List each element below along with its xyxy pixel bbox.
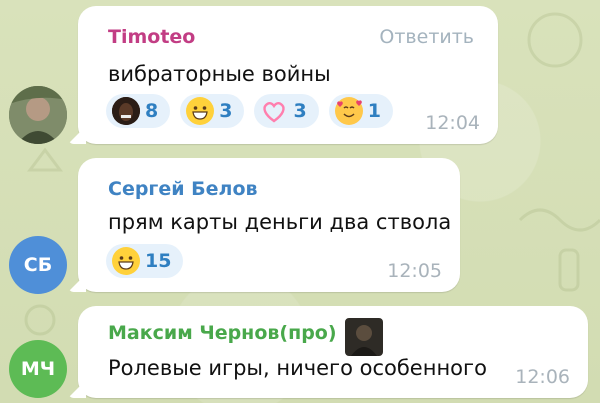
reactions-bar: 15	[106, 244, 184, 278]
reaction-count: 3	[219, 100, 233, 122]
message-text: Ролевые игры, ничего особенного	[108, 356, 487, 380]
avatar-timoteo[interactable]	[9, 86, 67, 144]
message-text: прям карты деньги два ствола	[108, 210, 452, 234]
reply-button[interactable]: Ответить	[379, 26, 474, 48]
avatar-maksim-chernov[interactable]: МЧ	[9, 340, 67, 398]
reaction-heart[interactable]: 3	[254, 94, 319, 128]
message-time: 12:05	[387, 260, 442, 282]
reaction-count: 1	[367, 100, 381, 122]
message-time: 12:06	[515, 366, 570, 388]
heart-emoji-icon	[260, 97, 288, 125]
message-time: 12:04	[425, 112, 480, 134]
message-author[interactable]: Сергей Белов	[108, 178, 258, 200]
message-bubble-timoteo[interactable]: Timoteo Ответить вибраторные войны 8 3 3…	[68, 6, 498, 144]
message-text: вибраторные войны	[108, 62, 331, 86]
reaction-grinning[interactable]: 3	[180, 94, 245, 128]
smiling-face-with-hearts-emoji-icon	[334, 97, 363, 125]
message-author[interactable]: Timoteo	[108, 26, 195, 48]
reaction-count: 15	[145, 250, 172, 272]
message-bubble-maksim-chernov[interactable]: Максим Чернов(про) Ролевые игры, ничего …	[68, 306, 588, 398]
reactions-bar: 8 3 3 1	[106, 94, 393, 128]
reaction-count: 3	[293, 100, 307, 122]
reaction-custom-photo[interactable]: 8	[106, 94, 171, 128]
avatar-initials: СБ	[23, 254, 53, 276]
avatar-sergey-belov[interactable]: СБ	[9, 236, 67, 294]
message-author[interactable]: Максим Чернов(про)	[108, 322, 337, 344]
grinning-face-emoji-icon	[186, 97, 215, 125]
avatar-initials: МЧ	[20, 358, 56, 380]
custom-photo-reaction-icon	[112, 97, 140, 125]
reaction-smiling-hearts[interactable]: 1	[328, 94, 393, 128]
reaction-count: 8	[145, 100, 159, 122]
reaction-grinning[interactable]: 15	[106, 244, 184, 278]
grinning-face-emoji-icon	[112, 247, 140, 275]
author-badge-icon	[345, 318, 383, 356]
message-bubble-sergey-belov[interactable]: Сергей Белов прям карты деньги два ствол…	[68, 158, 460, 292]
